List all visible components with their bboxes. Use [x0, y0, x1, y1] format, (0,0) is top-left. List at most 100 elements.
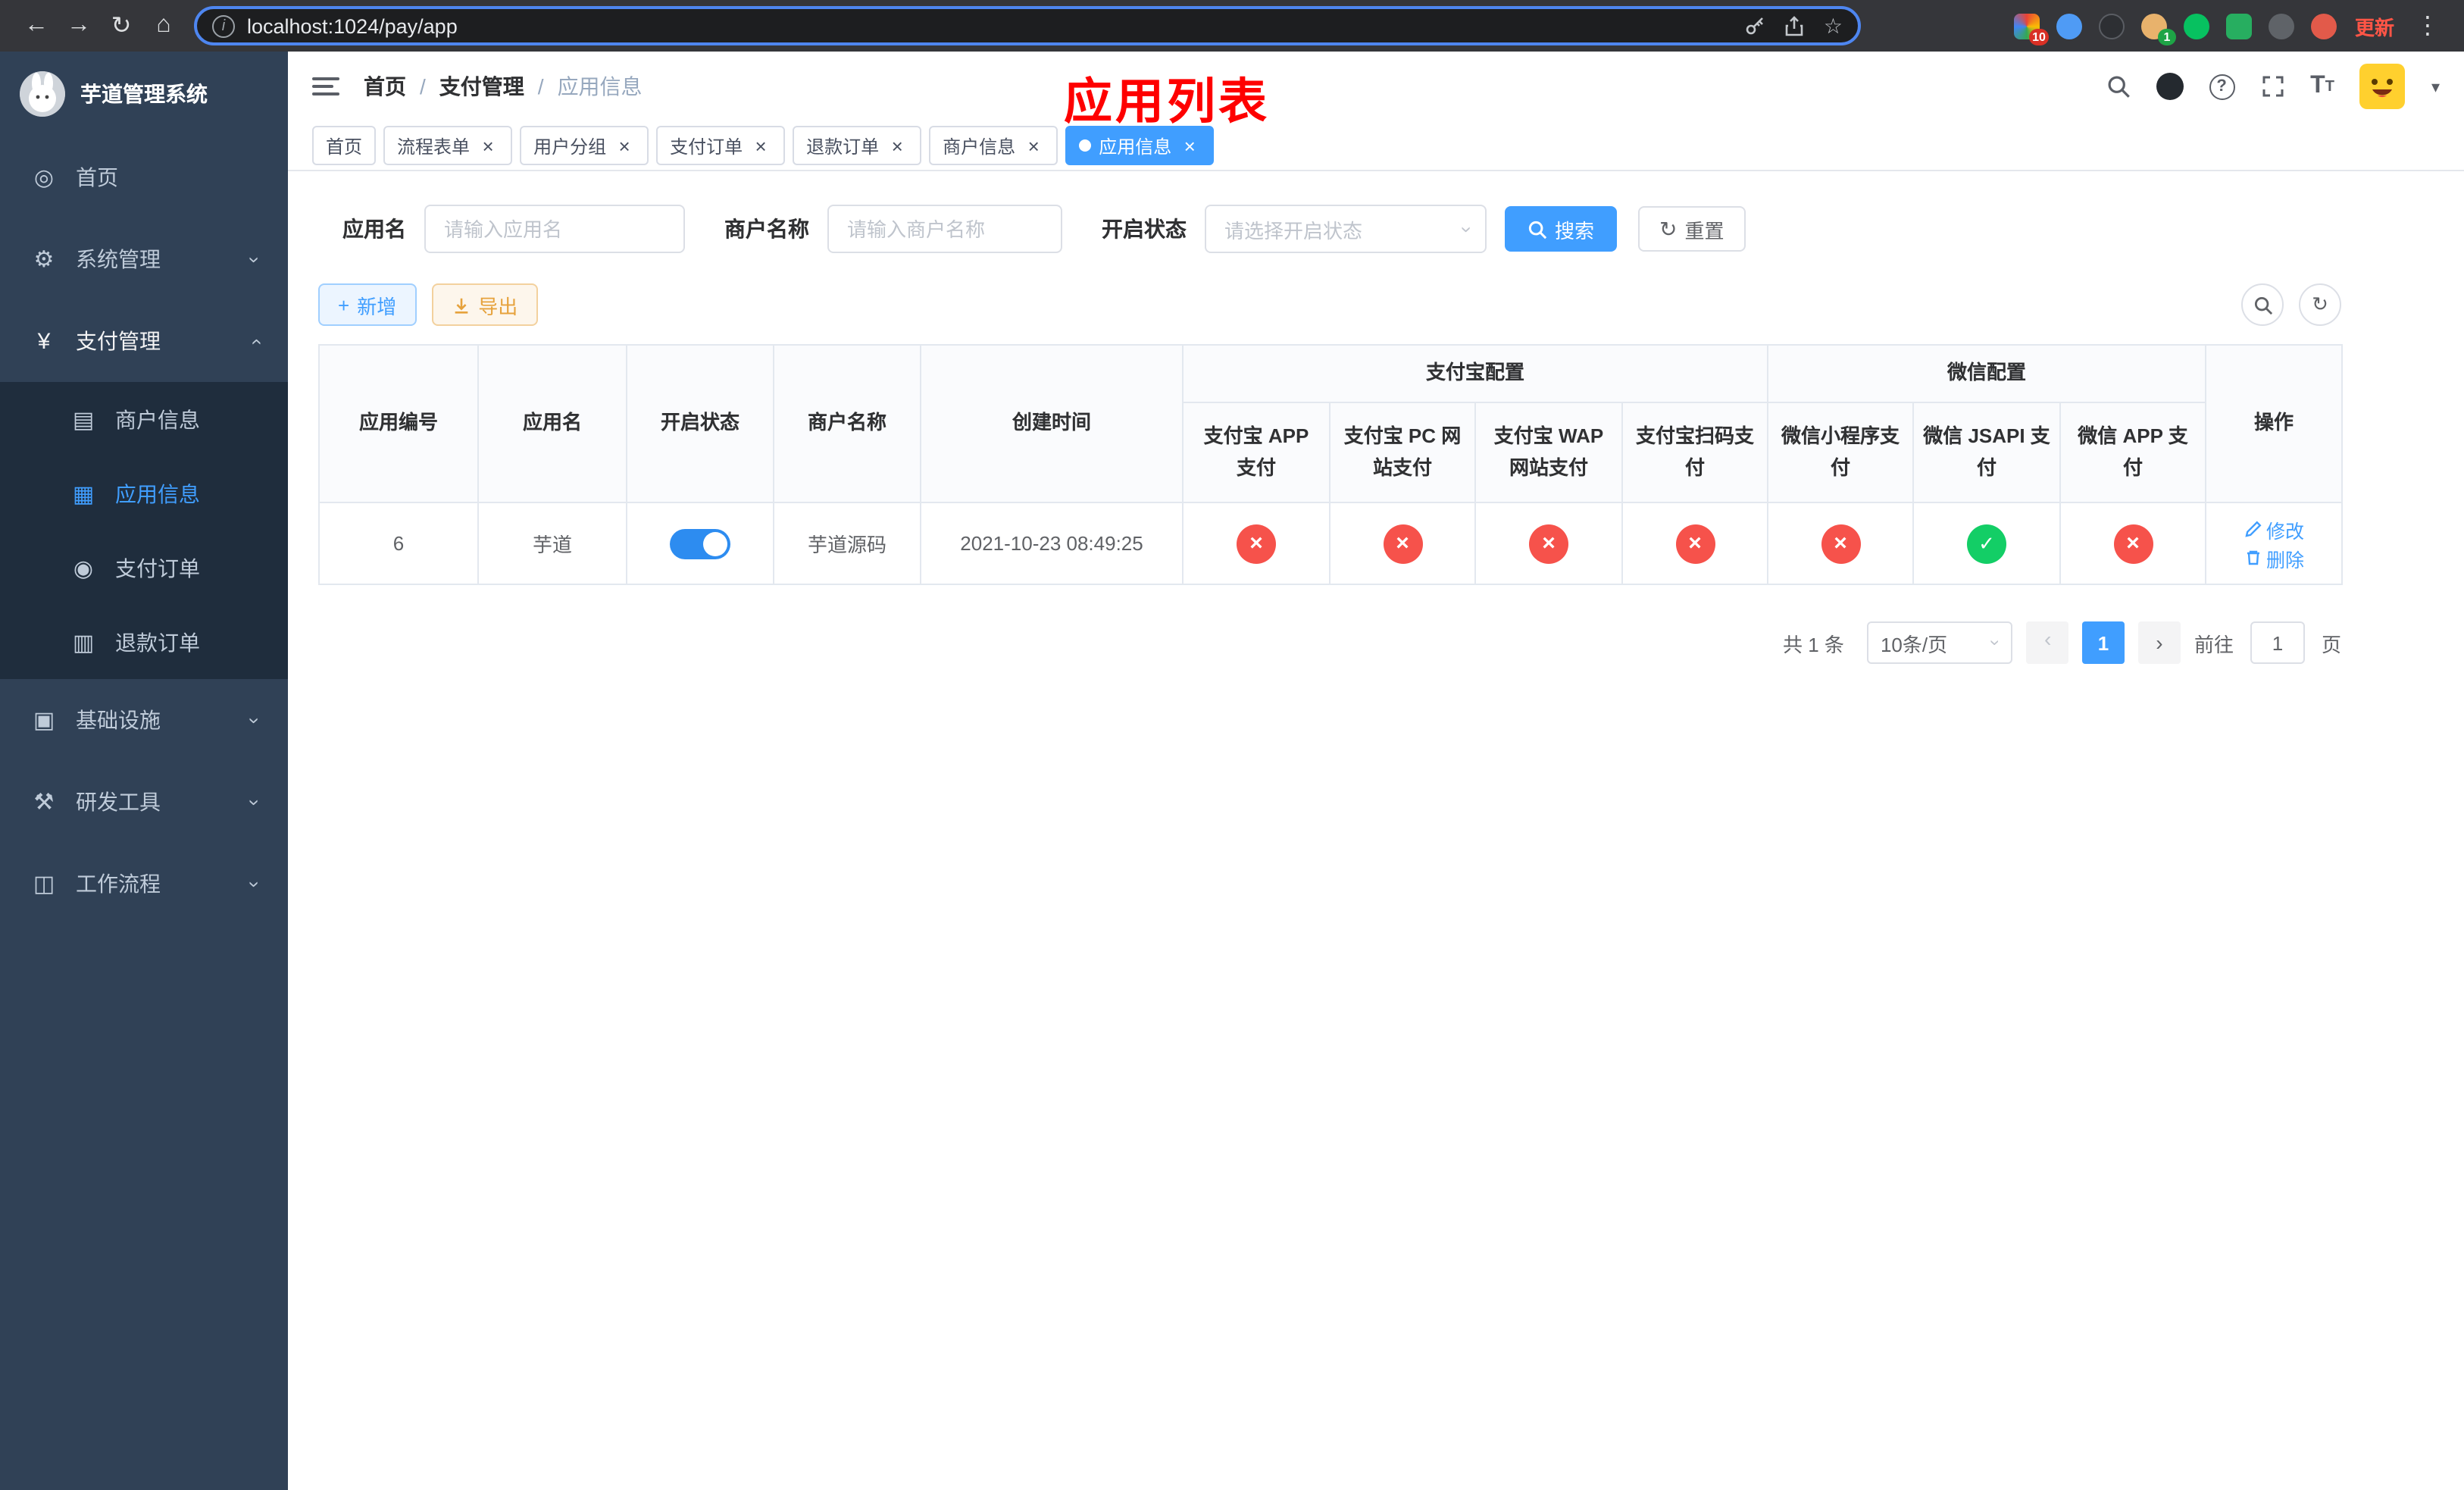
browser-home-icon[interactable]: ⌂	[142, 5, 185, 47]
sidebar-item-devtools[interactable]: ⚒ 研发工具 ›	[0, 761, 288, 843]
tab-user-group[interactable]: 用户分组 ×	[520, 126, 649, 165]
browser-menu-icon[interactable]: ⋮	[2406, 5, 2449, 47]
sidebar-item-workflow[interactable]: ◫ 工作流程 ›	[0, 843, 288, 925]
search-button[interactable]: 搜索	[1505, 206, 1618, 252]
chevron-down-icon: ›	[1984, 640, 2006, 646]
close-icon[interactable]: ×	[614, 135, 635, 156]
reset-button[interactable]: ↻ 重置	[1638, 206, 1746, 252]
page-size-select[interactable]: 10条/页 ›	[1866, 621, 2012, 664]
share-icon[interactable]	[1784, 15, 1806, 36]
sidebar-item-infrastructure[interactable]: ▣ 基础设施 ›	[0, 679, 288, 761]
sidebar-item-home[interactable]: ◎ 首页	[0, 136, 288, 218]
table-toolbar: + 新增 导出 ↻	[318, 283, 2341, 326]
app-name-input[interactable]	[424, 205, 685, 253]
extension-icon-1[interactable]: 10	[2013, 13, 2049, 45]
col-alipay-app: 支付宝 APP 支付	[1182, 402, 1330, 503]
sidebar-item-payment[interactable]: ¥ 支付管理 ›	[0, 300, 288, 382]
submenu-item-refund-order[interactable]: ▥ 退款订单	[0, 605, 288, 679]
cell-wx-app	[2059, 502, 2207, 585]
browser-update-button[interactable]: 更新	[2355, 11, 2394, 40]
browser-forward-icon[interactable]: →	[58, 5, 100, 47]
chevron-down-icon: ›	[242, 255, 266, 263]
merchant-name-label: 商户名称	[724, 217, 809, 241]
close-icon[interactable]: ×	[750, 135, 771, 156]
next-page-button[interactable]: ›	[2137, 621, 2181, 664]
col-wx-mini: 微信小程序支付	[1767, 402, 1915, 503]
cell-alipay-qr	[1621, 502, 1769, 585]
status-cross-icon	[1383, 524, 1422, 563]
status-cross-icon	[1237, 524, 1276, 563]
extension-icon-3[interactable]	[2098, 13, 2125, 39]
refresh-table-button[interactable]: ↻	[2299, 283, 2341, 326]
sidebar-item-system[interactable]: ⚙ 系统管理 ›	[0, 218, 288, 300]
extension-icon-4[interactable]: 1	[2140, 13, 2176, 45]
extension-icon-5[interactable]	[2183, 13, 2209, 39]
submenu-item-payment-order[interactable]: ◉ 支付订单	[0, 531, 288, 605]
goto-label: 前往	[2194, 633, 2234, 656]
tab-refund-order[interactable]: 退款订单 ×	[793, 126, 922, 165]
pinned-extension-icon[interactable]	[2268, 13, 2294, 39]
page-1-button[interactable]: 1	[2081, 621, 2125, 664]
active-dot	[1079, 139, 1092, 152]
chevron-up-icon: ›	[242, 337, 266, 345]
tab-home[interactable]: 首页	[312, 126, 377, 165]
goto-page-input[interactable]	[2250, 621, 2305, 664]
cell-status	[626, 502, 774, 585]
page-content: 应用名 商户名称 开启状态 请选择开启状态 › 搜索	[288, 171, 2464, 1490]
extension-icon-6[interactable]	[2225, 13, 2252, 39]
cell-app-id: 6	[318, 502, 479, 585]
close-icon[interactable]: ×	[1023, 135, 1044, 156]
status-select[interactable]: 请选择开启状态 ›	[1205, 205, 1487, 253]
browser-back-icon[interactable]: ←	[15, 5, 58, 47]
extension-badge-red: 10	[2029, 28, 2049, 45]
prev-page-button[interactable]: ›	[2025, 621, 2068, 664]
tab-process-form[interactable]: 流程表单 ×	[383, 126, 513, 165]
close-icon[interactable]: ×	[886, 135, 908, 156]
bookmark-star-icon[interactable]: ☆	[1824, 13, 1843, 39]
export-button[interactable]: 导出	[431, 283, 538, 326]
sidebar: 芋道管理系统 ◎ 首页 ⚙ 系统管理 › ¥ 支付管理 › ▤ 商户信息 ▦ 应…	[0, 52, 288, 1490]
app-shell: 芋道管理系统 ◎ 首页 ⚙ 系统管理 › ¥ 支付管理 › ▤ 商户信息 ▦ 应…	[0, 52, 2464, 1490]
help-icon[interactable]: ?	[2209, 74, 2235, 99]
merchant-name-input[interactable]	[827, 205, 1062, 253]
user-avatar[interactable]	[2359, 64, 2406, 109]
chevron-down-icon: ›	[1455, 225, 1478, 233]
edit-button[interactable]: 修改	[2244, 515, 2304, 543]
extensions-cluster: 10 1	[2002, 13, 2349, 45]
search-icon[interactable]	[2106, 74, 2130, 99]
browser-reload-icon[interactable]: ↻	[100, 5, 142, 47]
sidebar-item-label: 基础设施	[76, 708, 161, 732]
font-size-icon[interactable]: TT	[2310, 73, 2334, 100]
tab-payment-order[interactable]: 支付订单 ×	[656, 126, 786, 165]
cell-app-name: 芋道	[477, 502, 627, 585]
profile-avatar-icon[interactable]	[2310, 13, 2337, 39]
col-alipay-qr: 支付宝扫码支付	[1621, 402, 1769, 503]
toggle-search-button[interactable]	[2241, 283, 2284, 326]
app-logo[interactable]: 芋道管理系统	[0, 52, 288, 136]
address-bar[interactable]: i localhost:1024/pay/app ☆	[194, 6, 1861, 45]
tab-merchant-info[interactable]: 商户信息 ×	[929, 126, 1058, 165]
col-group-alipay: 支付宝配置	[1181, 344, 1769, 403]
status-toggle[interactable]	[670, 528, 730, 559]
extension-badge-green: 1	[2157, 28, 2176, 45]
sidebar-collapse-icon[interactable]	[312, 77, 339, 95]
fullscreen-icon[interactable]	[2260, 74, 2284, 99]
merchant-card-icon: ▤	[72, 407, 95, 433]
breadcrumb-home[interactable]: 首页	[364, 71, 406, 102]
app-header: 首页 / 支付管理 / 应用信息 ? TT ▾	[288, 52, 2464, 121]
app-table: 应用编号 应用名 开启状态 商户名称 创建时间 支付宝配置 微信配置 操作 支付…	[318, 344, 2344, 585]
delete-button[interactable]: 删除	[2244, 543, 2304, 572]
extension-icon-2[interactable]	[2056, 13, 2082, 39]
toolbar-right: ↻	[2241, 283, 2341, 326]
cell-wx-jsapi	[1912, 502, 2062, 585]
add-button[interactable]: + 新增	[318, 283, 417, 326]
github-icon[interactable]	[2156, 73, 2184, 100]
submenu-item-merchant-info[interactable]: ▤ 商户信息	[0, 382, 288, 456]
avatar-caret-icon[interactable]: ▾	[2431, 77, 2440, 96]
close-icon[interactable]: ×	[477, 135, 499, 156]
submenu-item-app-info[interactable]: ▦ 应用信息	[0, 456, 288, 531]
breadcrumb-payment[interactable]: 支付管理	[439, 71, 524, 102]
passwords-key-icon[interactable]	[1745, 15, 1766, 36]
site-info-icon[interactable]: i	[212, 14, 235, 37]
close-icon[interactable]: ×	[1179, 135, 1200, 156]
